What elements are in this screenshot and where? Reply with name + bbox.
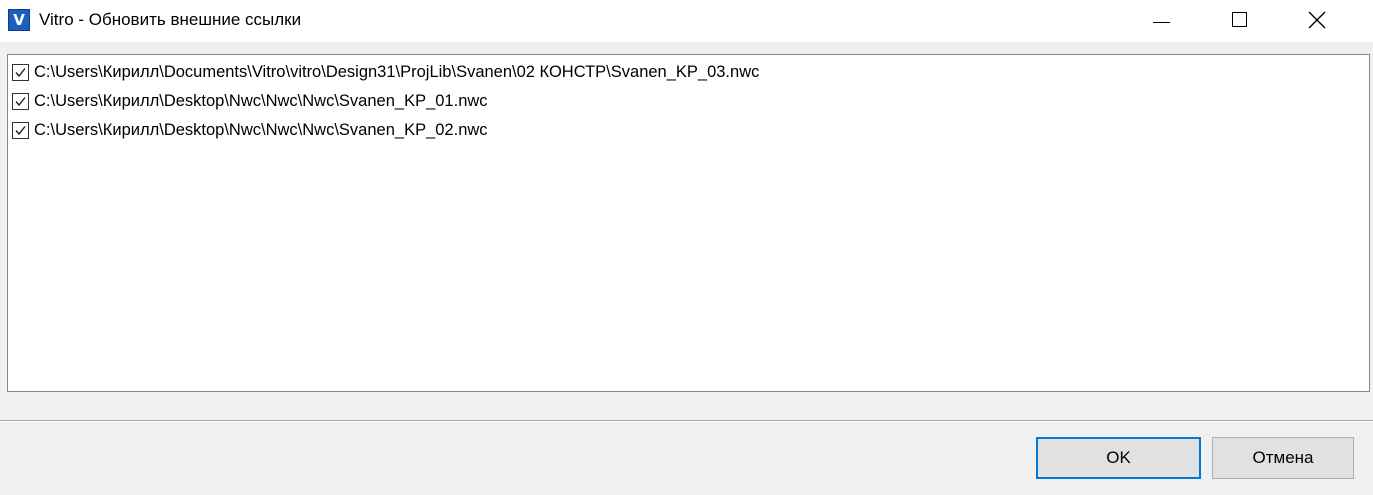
- link-path: C:\Users\Кирилл\Documents\Vitro\vitro\De…: [34, 63, 760, 81]
- title-bar[interactable]: V Vitro - Обновить внешние ссылки: [0, 0, 1373, 42]
- minimize-icon: [1153, 22, 1170, 23]
- close-icon: [1308, 11, 1326, 29]
- status-strip: [7, 392, 1370, 420]
- checkmark-icon: [15, 97, 26, 107]
- list-item[interactable]: C:\Users\Кирилл\Documents\Vitro\vitro\De…: [10, 59, 1350, 85]
- close-button[interactable]: [1286, 0, 1348, 42]
- link-path: C:\Users\Кирилл\Desktop\Nwc\Nwc\Nwc\Svan…: [34, 121, 488, 139]
- checkmark-icon: [15, 68, 26, 78]
- footer-divider-highlight: [0, 421, 1373, 422]
- ok-button[interactable]: OK: [1036, 437, 1201, 479]
- link-path: C:\Users\Кирилл\Desktop\Nwc\Nwc\Nwc\Svan…: [34, 92, 488, 110]
- external-links-list[interactable]: C:\Users\Кирилл\Documents\Vitro\vitro\De…: [7, 54, 1370, 392]
- minimize-button[interactable]: [1130, 0, 1192, 42]
- maximize-icon: [1232, 12, 1247, 27]
- vitro-app-icon: V: [8, 9, 30, 31]
- link-checkbox[interactable]: [12, 122, 29, 139]
- maximize-button[interactable]: [1208, 0, 1270, 42]
- cancel-button[interactable]: Отмена: [1212, 437, 1354, 479]
- window-title: Vitro - Обновить внешние ссылки: [39, 10, 302, 29]
- dialog-window: V Vitro - Обновить внешние ссылки C:\Use…: [0, 0, 1373, 495]
- checkmark-icon: [15, 126, 26, 136]
- link-checkbox[interactable]: [12, 93, 29, 110]
- list-item[interactable]: C:\Users\Кирилл\Desktop\Nwc\Nwc\Nwc\Svan…: [10, 117, 1350, 143]
- link-checkbox[interactable]: [12, 64, 29, 81]
- list-item[interactable]: C:\Users\Кирилл\Desktop\Nwc\Nwc\Nwc\Svan…: [10, 88, 1350, 114]
